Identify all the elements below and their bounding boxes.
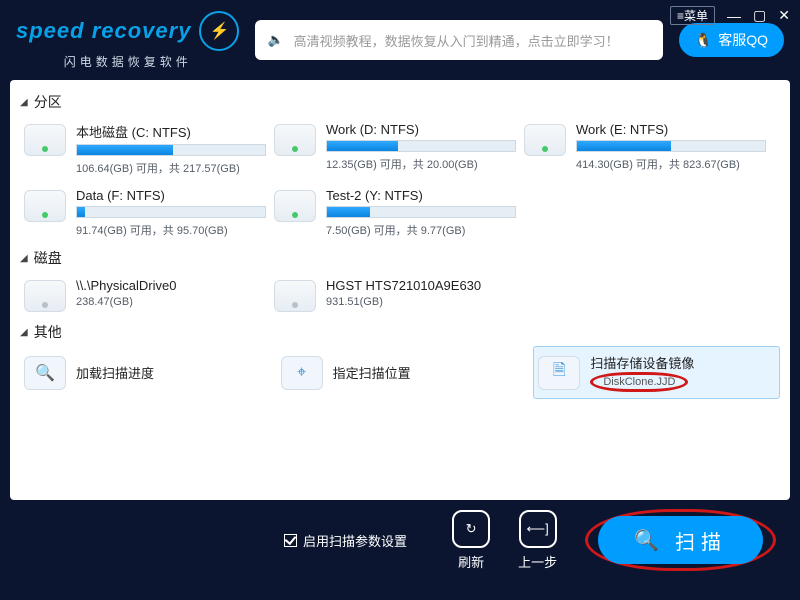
- minimize-button[interactable]: —: [727, 8, 741, 24]
- qq-label: 客服QQ: [718, 30, 768, 50]
- search-icon: 🔍: [24, 356, 66, 390]
- drive-title: Data (F: NTFS): [76, 188, 266, 203]
- customer-service-button[interactable]: 🐧 客服QQ: [679, 23, 784, 57]
- maximize-button[interactable]: ▢: [753, 7, 766, 24]
- drive-icon: [274, 190, 316, 222]
- scan-button[interactable]: 🔍 扫描: [598, 516, 763, 564]
- lightning-icon: ⚡: [199, 11, 239, 51]
- disk-meta: 238.47(GB): [76, 296, 266, 308]
- scan-device-image[interactable]: 🗎 扫描存储设备镜像 DiskClone.JJD: [533, 346, 780, 399]
- disk-title: \\.\PhysicalDrive0: [76, 278, 266, 293]
- disk-item[interactable]: \\.\PhysicalDrive0 238.47(GB): [20, 272, 270, 318]
- drive-meta: 91.74(GB) 可用，共 95.70(GB): [76, 222, 266, 238]
- load-scan-progress[interactable]: 🔍 加载扫描进度: [20, 346, 267, 399]
- close-button[interactable]: ✕: [778, 7, 790, 24]
- disk-meta: 931.51(GB): [326, 296, 516, 308]
- section-disk[interactable]: ◢磁盘: [20, 244, 780, 272]
- drive-meta: 12.35(GB) 可用，共 20.00(GB): [326, 156, 516, 172]
- back-button[interactable]: ⟵] 上一步: [518, 510, 557, 571]
- drive-title: Work (D: NTFS): [326, 122, 516, 137]
- partition-item[interactable]: Data (F: NTFS) 91.74(GB) 可用，共 95.70(GB): [20, 182, 270, 244]
- section-other[interactable]: ◢其他: [20, 318, 780, 346]
- tutorial-banner[interactable]: 🔈 高清视频教程，数据恢复从入门到精通，点击立即学习！: [255, 20, 662, 60]
- drive-meta: 414.30(GB) 可用，共 823.67(GB): [576, 156, 766, 172]
- set-scan-location[interactable]: ⌖ 指定扫描位置: [277, 346, 524, 399]
- drive-title: 本地磁盘 (C: NTFS): [76, 122, 266, 141]
- search-icon: 🔍: [634, 528, 665, 553]
- partition-item[interactable]: Work (D: NTFS) 12.35(GB) 可用，共 20.00(GB): [270, 116, 520, 182]
- refresh-button[interactable]: ↻ 刷新: [452, 510, 490, 571]
- selected-image-file: DiskClone.JJD: [590, 372, 688, 392]
- drive-title: Test-2 (Y: NTFS): [326, 188, 516, 203]
- partition-item[interactable]: Work (E: NTFS) 414.30(GB) 可用，共 823.67(GB): [520, 116, 770, 182]
- back-icon: ⟵]: [519, 510, 557, 548]
- disk-icon: [24, 280, 66, 312]
- app-logo: speed recovery ⚡ 闪电数据恢复软件: [16, 11, 239, 70]
- menu-button[interactable]: ≡菜单: [670, 6, 715, 25]
- qq-icon: 🐧: [695, 32, 712, 49]
- drive-meta: 7.50(GB) 可用，共 9.77(GB): [326, 222, 516, 238]
- logo-subtitle: 闪电数据恢复软件: [16, 53, 239, 70]
- disk-icon: [274, 280, 316, 312]
- partition-item[interactable]: Test-2 (Y: NTFS) 7.50(GB) 可用，共 9.77(GB): [270, 182, 520, 244]
- disk-item[interactable]: HGST HTS721010A9E630 931.51(GB): [270, 272, 520, 318]
- drive-meta: 106.64(GB) 可用，共 217.57(GB): [76, 160, 266, 176]
- tutorial-text: 高清视频教程，数据恢复从入门到精通，点击立即学习！: [294, 31, 619, 50]
- enable-scan-params-checkbox[interactable]: 启用扫描参数设置: [284, 531, 407, 550]
- partition-item[interactable]: 本地磁盘 (C: NTFS) 106.64(GB) 可用，共 217.57(GB): [20, 116, 270, 182]
- target-icon: ⌖: [281, 356, 323, 390]
- disk-title: HGST HTS721010A9E630: [326, 278, 516, 293]
- drive-icon: [524, 124, 566, 156]
- drive-icon: [274, 124, 316, 156]
- refresh-icon: ↻: [452, 510, 490, 548]
- drive-icon: [24, 190, 66, 222]
- main-panel: ◢分区 本地磁盘 (C: NTFS) 106.64(GB) 可用，共 217.57…: [10, 80, 790, 500]
- checkbox-icon: [284, 534, 297, 547]
- logo-text: speed recovery: [16, 18, 191, 44]
- drive-title: Work (E: NTFS): [576, 122, 766, 137]
- drive-icon: [24, 124, 66, 156]
- speaker-icon: 🔈: [267, 32, 283, 48]
- document-icon: 🗎: [538, 356, 580, 390]
- section-partition[interactable]: ◢分区: [20, 88, 780, 116]
